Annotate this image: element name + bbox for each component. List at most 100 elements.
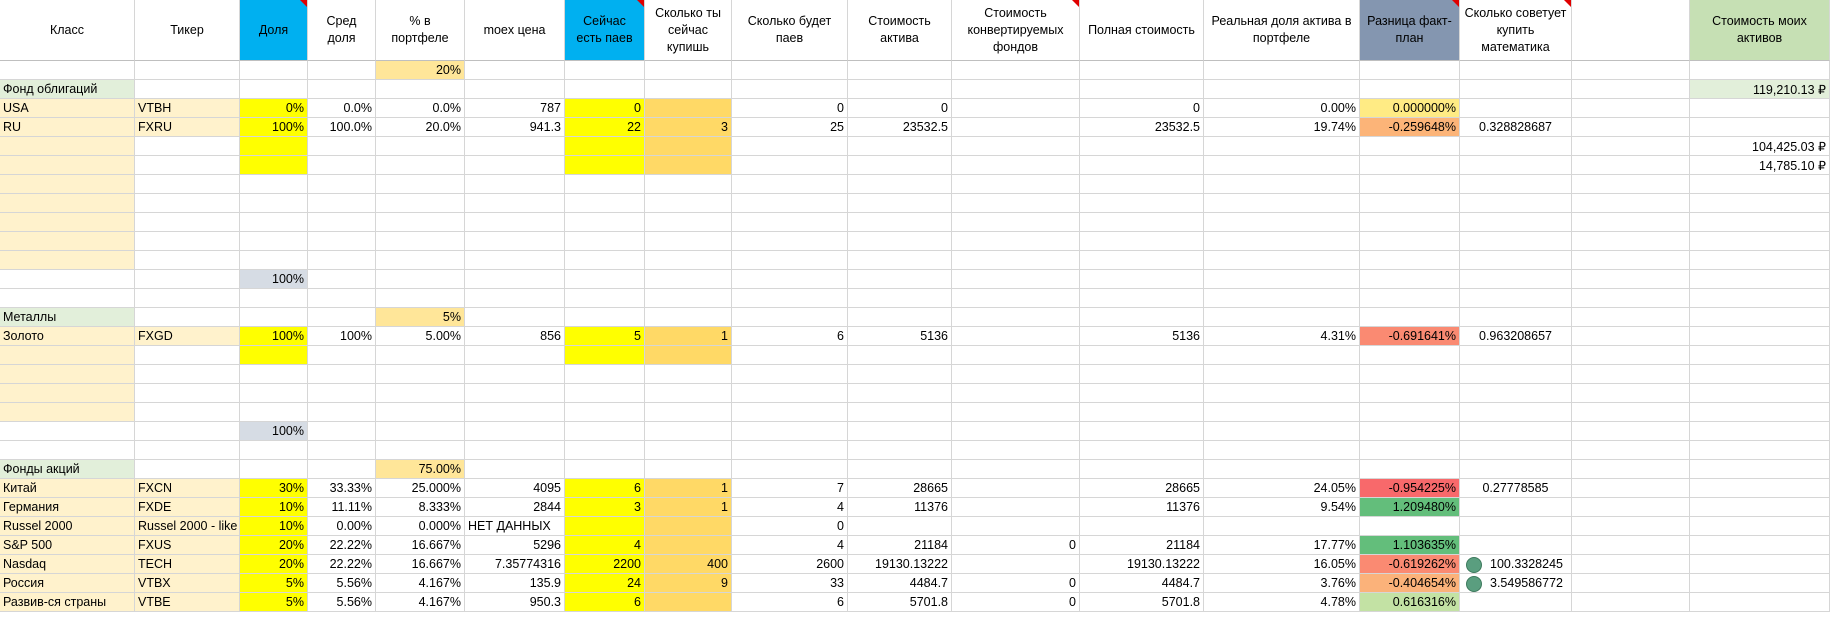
empty-cell-share[interactable] xyxy=(240,384,308,403)
cell-total-value[interactable]: 4484.7 xyxy=(1080,574,1204,593)
empty-cell-units-buy[interactable] xyxy=(645,251,732,270)
empty-cell-portfolio-pct[interactable] xyxy=(376,137,465,156)
empty-cell-diff-fact-plan[interactable] xyxy=(1360,137,1460,156)
cell-asset-value[interactable]: 23532.5 xyxy=(848,118,952,137)
cell-moex-price[interactable]: 5296 xyxy=(465,536,565,555)
cell-share[interactable]: 20% xyxy=(240,536,308,555)
header-units-buy[interactable]: Сколько ты сейчас купишь xyxy=(645,0,732,61)
empty-cell-avg-share[interactable] xyxy=(308,137,376,156)
empty-cell-diff-fact-plan[interactable] xyxy=(1360,213,1460,232)
cell-diff-fact-plan[interactable]: -0.404654% xyxy=(1360,574,1460,593)
cell-diff-fact-plan[interactable]: -0.259648% xyxy=(1360,118,1460,137)
empty-cell-share[interactable] xyxy=(240,232,308,251)
empty-cell-share[interactable] xyxy=(240,460,308,479)
empty-cell-col-p[interactable] xyxy=(1572,213,1690,232)
empty-cell-convertible-value[interactable] xyxy=(952,460,1080,479)
empty-cell-col-p[interactable] xyxy=(1572,175,1690,194)
empty-cell-convertible-value[interactable] xyxy=(952,403,1080,422)
empty-cell-total-value[interactable] xyxy=(1080,194,1204,213)
empty-cell-real-share[interactable] xyxy=(1204,460,1360,479)
empty-cell-moex-price[interactable] xyxy=(465,251,565,270)
cell-avg-share[interactable]: 100% xyxy=(308,327,376,346)
empty-cell-share[interactable] xyxy=(240,251,308,270)
header-units-after[interactable]: Сколько будет паев xyxy=(732,0,848,61)
cell-moex-price[interactable]: 135.9 xyxy=(465,574,565,593)
empty-cell-class[interactable] xyxy=(0,251,135,270)
empty-cell-units-now[interactable] xyxy=(565,251,645,270)
empty-cell-math-advice[interactable] xyxy=(1460,403,1572,422)
empty-cell-portfolio-pct[interactable] xyxy=(376,175,465,194)
cell-class[interactable]: Фонды акций xyxy=(0,460,135,479)
cell-class[interactable]: Фонд облигаций xyxy=(0,80,135,99)
empty-cell-math-advice[interactable] xyxy=(1460,365,1572,384)
cell-units-after[interactable]: 4 xyxy=(732,498,848,517)
empty-cell-ticker[interactable] xyxy=(135,194,240,213)
empty-cell-units-after[interactable] xyxy=(732,422,848,441)
empty-cell-total-value[interactable] xyxy=(1080,403,1204,422)
empty-cell-my-assets-value[interactable] xyxy=(1690,61,1830,80)
empty-cell-asset-value[interactable] xyxy=(848,61,952,80)
empty-cell-portfolio-pct[interactable] xyxy=(376,289,465,308)
empty-cell-total-value[interactable] xyxy=(1080,384,1204,403)
empty-cell-convertible-value[interactable] xyxy=(952,213,1080,232)
cell-asset-value[interactable]: 0 xyxy=(848,99,952,118)
cell-diff-fact-plan[interactable]: 0.616316% xyxy=(1360,593,1460,612)
empty-cell-my-assets-value[interactable] xyxy=(1690,251,1830,270)
cell-units-now[interactable]: 22 xyxy=(565,118,645,137)
empty-cell-real-share[interactable] xyxy=(1204,175,1360,194)
empty-cell-asset-value[interactable] xyxy=(848,460,952,479)
comment-indicator-icon[interactable] xyxy=(1072,0,1079,7)
empty-cell-units-buy[interactable] xyxy=(645,308,732,327)
empty-cell-diff-fact-plan[interactable] xyxy=(1360,175,1460,194)
empty-cell-units-after[interactable] xyxy=(732,175,848,194)
empty-cell-asset-value[interactable] xyxy=(848,289,952,308)
empty-cell-math-advice[interactable] xyxy=(1460,156,1572,175)
empty-cell-ticker[interactable] xyxy=(135,213,240,232)
empty-cell-units-after[interactable] xyxy=(732,365,848,384)
cell-units-after[interactable]: 0 xyxy=(732,99,848,118)
empty-cell-asset-value[interactable] xyxy=(848,232,952,251)
empty-cell-my-assets-value[interactable] xyxy=(1690,365,1830,384)
cell-my-assets-value[interactable]: 104,425.03 ₽ xyxy=(1690,137,1830,156)
empty-cell-units-buy[interactable] xyxy=(645,403,732,422)
empty-cell-diff-fact-plan[interactable] xyxy=(1360,80,1460,99)
cell-units-now[interactable]: 2200 xyxy=(565,555,645,574)
empty-cell-asset-value[interactable] xyxy=(848,251,952,270)
empty-cell-class[interactable] xyxy=(0,156,135,175)
empty-cell-diff-fact-plan[interactable] xyxy=(1360,517,1460,536)
empty-cell-convertible-value[interactable] xyxy=(952,517,1080,536)
empty-cell-class[interactable] xyxy=(0,270,135,289)
comment-indicator-icon[interactable] xyxy=(300,0,307,7)
cell-moex-price[interactable]: 787 xyxy=(465,99,565,118)
empty-cell-ticker[interactable] xyxy=(135,80,240,99)
cell-moex-price[interactable]: 856 xyxy=(465,327,565,346)
empty-cell-col-p[interactable] xyxy=(1572,99,1690,118)
cell-total-value[interactable]: 23532.5 xyxy=(1080,118,1204,137)
cell-asset-value[interactable]: 11376 xyxy=(848,498,952,517)
empty-cell-math-advice[interactable] xyxy=(1460,137,1572,156)
cell-ticker[interactable]: FXGD xyxy=(135,327,240,346)
empty-cell-diff-fact-plan[interactable] xyxy=(1360,251,1460,270)
cell-class[interactable]: Металлы xyxy=(0,308,135,327)
cell-units-now[interactable]: 6 xyxy=(565,593,645,612)
empty-cell-asset-value[interactable] xyxy=(848,80,952,99)
empty-cell-real-share[interactable] xyxy=(1204,194,1360,213)
empty-cell-total-value[interactable] xyxy=(1080,137,1204,156)
empty-cell-units-now[interactable] xyxy=(565,517,645,536)
empty-cell-diff-fact-plan[interactable] xyxy=(1360,270,1460,289)
empty-cell-units-after[interactable] xyxy=(732,194,848,213)
empty-cell-my-assets-value[interactable] xyxy=(1690,422,1830,441)
cell-diff-fact-plan[interactable]: -0.619262% xyxy=(1360,555,1460,574)
empty-cell-diff-fact-plan[interactable] xyxy=(1360,289,1460,308)
empty-cell-share[interactable] xyxy=(240,175,308,194)
empty-cell-diff-fact-plan[interactable] xyxy=(1360,384,1460,403)
empty-cell-units-buy[interactable] xyxy=(645,232,732,251)
header-asset-value[interactable]: Стоимость актива xyxy=(848,0,952,61)
empty-cell-avg-share[interactable] xyxy=(308,403,376,422)
empty-cell-moex-price[interactable] xyxy=(465,232,565,251)
empty-cell-total-value[interactable] xyxy=(1080,156,1204,175)
empty-cell-my-assets-value[interactable] xyxy=(1690,270,1830,289)
empty-cell-ticker[interactable] xyxy=(135,232,240,251)
empty-cell-col-p[interactable] xyxy=(1572,384,1690,403)
empty-cell-convertible-value[interactable] xyxy=(952,80,1080,99)
